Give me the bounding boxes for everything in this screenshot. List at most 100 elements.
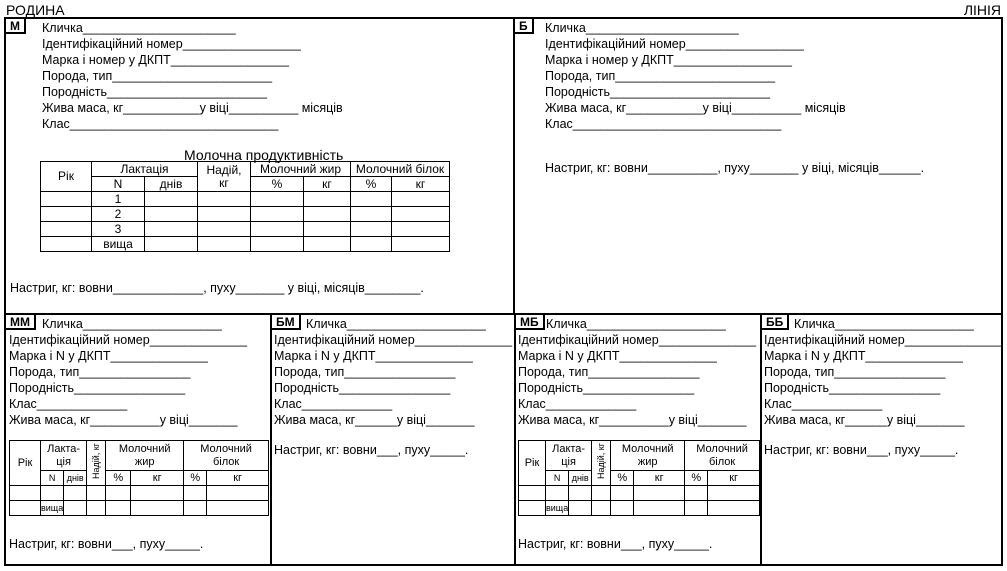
- field-name[interactable]: Кличка____________________: [42, 317, 222, 331]
- field-class[interactable]: Клас_____________: [518, 397, 636, 411]
- field-breed-type[interactable]: Порода, тип________________: [764, 365, 945, 379]
- card-tag: Б: [513, 17, 534, 34]
- th-milk-yield: Надій, кг: [591, 440, 612, 486]
- table-row[interactable]: вища: [40, 236, 450, 252]
- th-milk-fat: Молочний жир: [105, 440, 185, 471]
- th-milk-protein: Молочний білок: [183, 440, 269, 471]
- milk-table: Рік Лакта-ція Надій, кг Молочний жир Моло…: [518, 440, 760, 516]
- field-name[interactable]: Кличка____________________: [306, 317, 486, 331]
- field-id-number[interactable]: Ідентифікаційний номер______________: [518, 333, 756, 347]
- th-lactation: Лакта-ція: [39, 440, 88, 471]
- th-milk-yield: Надій, кг: [197, 161, 251, 192]
- field-shearing[interactable]: Настриг, кг: вовни___, пуху_____.: [274, 443, 468, 457]
- field-name[interactable]: Кличка______________________: [42, 21, 236, 35]
- field-name[interactable]: Кличка____________________: [794, 317, 974, 331]
- th-n: N: [544, 470, 570, 486]
- table-row[interactable]: [518, 485, 760, 501]
- field-mark-number[interactable]: Марка і номер у ДКПТ_________________: [545, 53, 792, 67]
- field-shearing[interactable]: Настриг, кг: вовни_____________, пуху___…: [10, 281, 424, 295]
- field-id-number[interactable]: Ідентифікаційний номер_________________: [42, 37, 301, 51]
- field-breed-purity[interactable]: Породність________________: [764, 381, 940, 395]
- th-days: днів: [568, 470, 593, 486]
- field-id-number[interactable]: Ідентифікаційний номер______________: [9, 333, 247, 347]
- table-row[interactable]: вища: [9, 500, 269, 516]
- th-lactation: Лактація: [91, 161, 198, 177]
- field-shearing[interactable]: Настриг, кг: вовни___, пуху_____.: [764, 443, 958, 457]
- milk-table: Рік Лакта-ція Надій, кг Молочний жир Моло…: [9, 440, 269, 516]
- field-live-weight[interactable]: Жива маса, кг______у віці_______: [274, 413, 475, 427]
- th-year: Рік: [518, 440, 546, 486]
- th-milk-yield: Надій, кг: [86, 440, 107, 486]
- field-name[interactable]: Кличка______________________: [545, 21, 739, 35]
- field-id-number[interactable]: Ідентифікаційний номер______________: [764, 333, 1002, 347]
- field-breed-purity[interactable]: Породність________________: [518, 381, 694, 395]
- field-breed-purity[interactable]: Породність________________: [9, 381, 185, 395]
- field-mark-number[interactable]: Марка і N у ДКПТ______________: [518, 349, 717, 363]
- th-prot-pct: %: [183, 470, 208, 486]
- th-prot-pct: %: [350, 176, 392, 192]
- th-prot-pct: %: [684, 470, 709, 486]
- th-milk-protein: Молочний білок: [350, 161, 450, 177]
- th-fat-pct: %: [610, 470, 635, 486]
- th-days: днів: [63, 470, 88, 486]
- th-prot-kg: кг: [391, 176, 450, 192]
- field-breed-type[interactable]: Порода, тип_______________________: [42, 69, 272, 83]
- card-mother: М Кличка______________________ Ідентифік…: [4, 17, 515, 315]
- th-lactation: Лакта-ція: [544, 440, 593, 471]
- field-mark-number[interactable]: Марка і N у ДКПТ______________: [274, 349, 473, 363]
- family-label: РОДИНА: [6, 2, 65, 18]
- th-prot-kg: кг: [206, 470, 269, 486]
- th-fat-kg: кг: [130, 470, 185, 486]
- th-prot-kg: кг: [707, 470, 760, 486]
- field-breed-purity[interactable]: Породність_______________________: [545, 85, 770, 99]
- field-class[interactable]: Клас_____________: [764, 397, 882, 411]
- th-fat-kg: кг: [633, 470, 686, 486]
- card-father: Б Кличка______________________ Ідентифік…: [513, 17, 1003, 315]
- card-tag: ММ: [4, 313, 36, 330]
- field-breed-purity[interactable]: Породність________________: [274, 381, 450, 395]
- field-shearing[interactable]: Настриг, кг: вовни___, пуху_____.: [9, 537, 203, 551]
- th-days: днів: [144, 176, 198, 192]
- table-row[interactable]: 1: [40, 191, 450, 207]
- field-live-weight[interactable]: Жива маса, кг___________у віці__________…: [545, 101, 846, 115]
- field-class[interactable]: Клас______________________________: [42, 117, 278, 131]
- field-mark-number[interactable]: Марка і номер у ДКПТ_________________: [42, 53, 289, 67]
- field-live-weight[interactable]: Жива маса, кг__________у віці_______: [9, 413, 237, 427]
- card-mb: МБ Кличка____________________ Ідентифіка…: [514, 313, 762, 566]
- field-id-number[interactable]: Ідентифікаційний номер_________________: [545, 37, 804, 51]
- line-label: ЛІНІЯ: [963, 2, 1001, 18]
- th-milk-protein: Молочний білок: [684, 440, 760, 471]
- field-breed-type[interactable]: Порода, тип________________: [518, 365, 699, 379]
- field-shearing[interactable]: Настриг, кг: вовни__________, пуху______…: [545, 161, 924, 175]
- card-tag: МБ: [514, 313, 545, 330]
- field-class[interactable]: Клас______________________________: [545, 117, 781, 131]
- table-row[interactable]: вища: [518, 500, 760, 516]
- field-live-weight[interactable]: Жива маса, кг___________у віці__________…: [42, 101, 343, 115]
- field-name[interactable]: Кличка____________________: [546, 317, 726, 331]
- card-bm: БМ Кличка____________________ Ідентифіка…: [270, 313, 516, 566]
- field-breed-type[interactable]: Порода, тип________________: [9, 365, 190, 379]
- field-mark-number[interactable]: Марка і N у ДКПТ______________: [9, 349, 208, 363]
- field-mark-number[interactable]: Марка і N у ДКПТ______________: [764, 349, 963, 363]
- field-shearing[interactable]: Настриг, кг: вовни___, пуху_____.: [518, 537, 712, 551]
- card-mm: ММ Кличка____________________ Ідентифіка…: [4, 313, 272, 566]
- th-fat-pct: %: [250, 176, 304, 192]
- milk-table: Рік Лактація Надій, кг Молочний жир Молоч…: [40, 161, 450, 252]
- field-breed-type[interactable]: Порода, тип________________: [274, 365, 455, 379]
- th-fat-kg: кг: [303, 176, 351, 192]
- th-year: Рік: [9, 440, 41, 486]
- card-tag: ББ: [760, 313, 790, 330]
- table-row[interactable]: 3: [40, 221, 450, 237]
- th-milk-fat: Молочний жир: [610, 440, 686, 471]
- field-class[interactable]: Клас_____________: [9, 397, 127, 411]
- field-id-number[interactable]: Ідентифікаційний номер______________: [274, 333, 512, 347]
- field-class[interactable]: Клас_____________: [274, 397, 392, 411]
- th-n: N: [39, 470, 65, 486]
- field-live-weight[interactable]: Жива маса, кг______у віці_______: [764, 413, 965, 427]
- field-live-weight[interactable]: Жива маса, кг__________у віці_______: [518, 413, 746, 427]
- th-fat-pct: %: [105, 470, 132, 486]
- table-row[interactable]: 2: [40, 206, 450, 222]
- table-row[interactable]: [9, 485, 269, 501]
- field-breed-purity[interactable]: Породність_______________________: [42, 85, 267, 99]
- field-breed-type[interactable]: Порода, тип_______________________: [545, 69, 775, 83]
